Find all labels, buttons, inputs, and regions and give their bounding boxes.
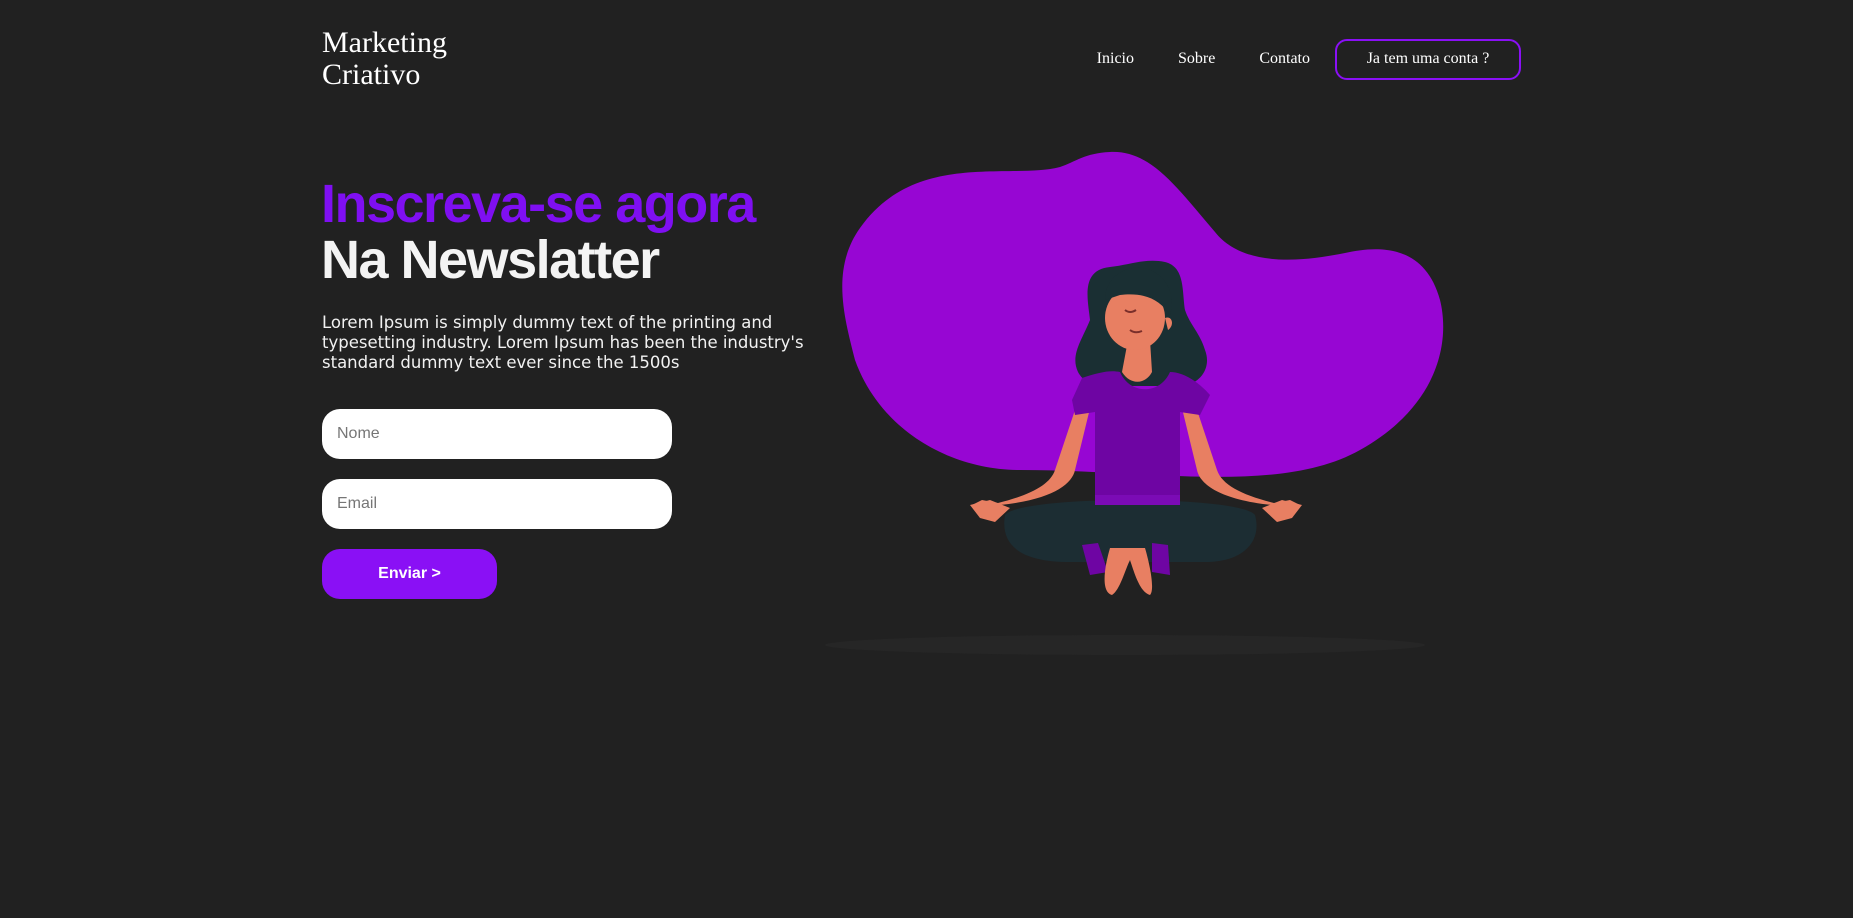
name-input[interactable]: [322, 409, 672, 459]
left-foot: [1082, 543, 1108, 575]
nav-link-inicio[interactable]: Inicio: [1097, 50, 1134, 68]
floor-shadow: [825, 635, 1425, 655]
right-hand: [1262, 500, 1302, 522]
left-hand: [970, 500, 1010, 522]
main-nav: Inicio Sobre Contato Ja tem uma conta ?: [1097, 38, 1521, 80]
headline-line-1: Inscreva-se agora: [321, 174, 756, 234]
ear: [1165, 317, 1172, 330]
hair-front: [1105, 267, 1172, 315]
nav-link-contato[interactable]: Contato: [1259, 50, 1310, 68]
description: Lorem Ipsum is simply dummy text of the …: [322, 313, 804, 372]
left-arm: [972, 395, 1092, 510]
shirt: [1072, 371, 1210, 495]
purple-blob: [842, 151, 1444, 477]
logo[interactable]: Marketing Criativo: [322, 27, 447, 91]
login-button[interactable]: Ja tem uma conta ?: [1335, 38, 1521, 80]
right-foot: [1152, 543, 1170, 575]
headline-line-2: Na Newslatter: [321, 230, 660, 290]
logo-line-1: Marketing: [322, 26, 447, 59]
email-input[interactable]: [322, 479, 672, 529]
head: [1105, 286, 1165, 350]
meditating-woman-illustration: [825, 151, 1444, 655]
legs: [1004, 500, 1257, 562]
toes: [1104, 548, 1153, 595]
neck: [1122, 340, 1152, 382]
right-arm: [1180, 395, 1300, 510]
mouth: [1129, 329, 1143, 334]
eye: [1124, 309, 1137, 313]
headline: Inscreva-se agora Na Newslatter: [321, 174, 756, 290]
newsletter-page: Marketing Criativo Inicio Sobre Contato …: [0, 0, 1853, 918]
waistband: [1095, 495, 1180, 505]
nav-link-sobre[interactable]: Sobre: [1178, 50, 1215, 68]
logo-line-2: Criativo: [322, 58, 421, 91]
hair-back: [1075, 260, 1208, 386]
submit-button[interactable]: Enviar >: [322, 549, 497, 599]
